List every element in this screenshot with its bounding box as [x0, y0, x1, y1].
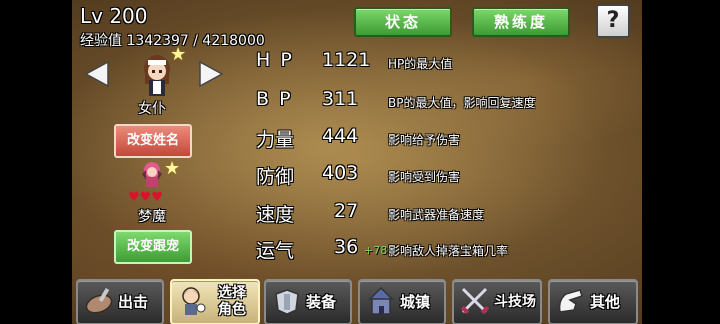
other-icon — [558, 289, 583, 313]
stat-desc-defense: 影响受到伤害 — [388, 170, 461, 184]
previous-character-arrow-icon[interactable] — [84, 60, 110, 88]
nav-other-label: 其他 — [590, 293, 621, 311]
level-text: Lv 200 — [80, 4, 148, 28]
stat-desc-luck: 影响敌人掉落宝箱几率 — [388, 244, 509, 258]
stat-label-power: 力量 — [256, 129, 295, 151]
stat-value-power: 444 — [322, 125, 359, 147]
stat-value-defense: 403 — [322, 162, 359, 184]
help-button[interactable]: ? — [596, 4, 630, 38]
nav-sortie-button[interactable]: 出击 — [76, 279, 164, 324]
stat-desc-power: 影响给予伤害 — [388, 133, 461, 147]
nav-other-button[interactable]: 其他 — [548, 279, 638, 324]
rename-button[interactable]: 改变姓名 — [114, 124, 192, 158]
stat-desc-bp: BP的最大值，影响回复速度 — [388, 96, 536, 110]
town-icon — [368, 286, 394, 315]
sortie-icon — [85, 287, 113, 314]
status-screen: Lv 200 经验值 1342397 / 4218000 状态 熟练度 ? ★ … — [72, 0, 642, 324]
left-bezel — [0, 0, 72, 324]
nav-sortie-label: 出击 — [118, 293, 149, 311]
pet-name: 梦魔 — [138, 209, 166, 225]
right-bezel — [642, 0, 720, 324]
character-name: 女仆 — [138, 101, 166, 117]
stat-bonus-luck: +78 — [364, 244, 388, 257]
stat-value-hp: 1121 — [322, 49, 371, 71]
pet-hearts-icon: ♥♥♥ — [128, 190, 163, 205]
nav-select-character-button[interactable]: 选择 角色 — [170, 279, 260, 324]
game-window: Lv 200 经验值 1342397 / 4218000 状态 熟练度 ? ★ … — [0, 0, 720, 324]
nav-equipment-button[interactable]: 装备 — [264, 279, 352, 324]
stat-label-hp: H P — [256, 49, 294, 71]
equipment-icon — [275, 289, 299, 315]
stat-desc-speed: 影响武器准备速度 — [388, 208, 485, 222]
proficiency-tab-button[interactable]: 熟练度 — [472, 7, 570, 37]
stat-desc-hp: HP的最大值 — [388, 57, 453, 71]
stat-value-bp: 311 — [322, 88, 359, 110]
select-character-icon — [182, 287, 206, 315]
nav-select-character-label: 选择 角色 — [218, 285, 246, 318]
nav-town-button[interactable]: 城镇 — [358, 279, 446, 324]
stat-value-speed: 27 — [334, 200, 359, 222]
bottom-navigation: 出击 选择 角色 装备 城镇 斗技场 其他 — [72, 277, 642, 324]
succubus-pet-sprite-icon — [142, 162, 162, 187]
nav-arena-button[interactable]: 斗技场 — [452, 279, 542, 324]
nav-arena-label: 斗技场 — [494, 294, 536, 310]
stat-label-bp: B P — [256, 88, 293, 110]
status-tab-button[interactable]: 状态 — [354, 7, 452, 37]
stat-label-defense: 防御 — [256, 166, 295, 188]
next-character-arrow-icon[interactable] — [198, 60, 224, 88]
pet-star-icon: ★ — [164, 158, 181, 179]
character-star-icon: ★ — [170, 44, 187, 65]
nav-town-label: 城镇 — [400, 293, 431, 311]
stat-label-luck: 运气 — [256, 240, 295, 262]
stat-label-speed: 速度 — [256, 204, 295, 226]
nav-equipment-label: 装备 — [306, 293, 337, 311]
change-pet-button[interactable]: 改变跟宠 — [114, 230, 192, 264]
arena-icon — [460, 287, 490, 315]
